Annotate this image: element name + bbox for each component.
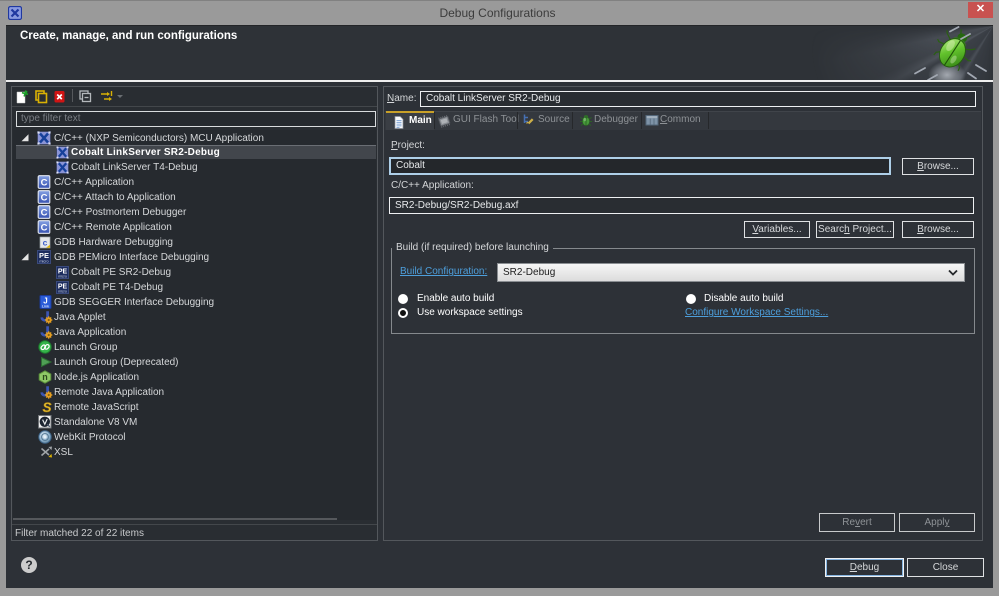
- svg-text:c: c: [43, 238, 48, 248]
- svg-text:micro: micro: [39, 260, 48, 264]
- svg-text:Link: Link: [42, 305, 49, 309]
- svg-text:n: n: [42, 372, 48, 382]
- svg-text:C: C: [41, 222, 48, 233]
- svg-text:C: C: [41, 177, 48, 188]
- svg-text:C: C: [41, 192, 48, 203]
- svg-text:C: C: [41, 207, 48, 218]
- svg-text:micro: micro: [58, 290, 67, 294]
- svg-text:S: S: [42, 400, 51, 414]
- svg-text:micro: micro: [58, 275, 67, 279]
